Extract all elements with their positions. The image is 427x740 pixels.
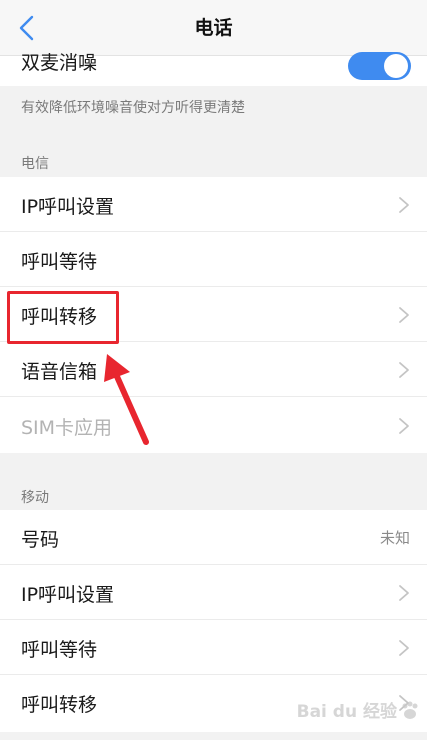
row-label: 呼叫等待 [21,639,98,661]
chevron-right-icon [399,418,409,434]
highlight-box [7,291,119,344]
noise-reduction-toggle[interactable] [348,52,411,80]
number-value: 未知 [379,529,410,547]
row-label: 语音信箱 [21,361,98,383]
row-label: 号码 [21,529,60,551]
noise-reduction-label: 双麦消噪 [21,52,98,74]
toggle-knob [384,54,408,78]
row-label: IP呼叫设置 [21,584,115,606]
chevron-right-icon [399,307,409,323]
row-label: 呼叫转移 [21,694,98,716]
row-label: 呼叫等待 [21,251,98,273]
row-label: SIM卡应用 [21,417,113,439]
telecom-ip-call-settings[interactable]: IP呼叫设置 [0,177,427,232]
chevron-left-icon[interactable] [14,14,42,42]
telecom-voicemail[interactable]: 语音信箱 [0,342,427,397]
section-title-telecom: 电信 [21,156,49,172]
row-label: IP呼叫设置 [21,196,115,218]
mobile-ip-call-settings[interactable]: IP呼叫设置 [0,565,427,620]
pointer-arrow-icon [104,354,149,445]
telecom-sim-apps[interactable]: SIM卡应用 [0,397,427,453]
section-title-mobile: 移动 [21,490,49,506]
chevron-right-icon [399,640,409,656]
chevron-right-icon [399,585,409,601]
noise-reduction-description: 有效降低环境噪音使对方听得更清楚 [21,100,245,116]
paw-logo-icon [402,701,418,719]
chevron-right-icon [399,197,409,213]
mobile-call-waiting[interactable]: 呼叫等待 [0,620,427,675]
watermark: Bai du 经验 [296,702,397,722]
chevron-right-icon [399,362,409,378]
telecom-call-waiting[interactable]: 呼叫等待 [0,232,427,287]
mobile-number[interactable]: 号码 未知 [0,510,427,565]
